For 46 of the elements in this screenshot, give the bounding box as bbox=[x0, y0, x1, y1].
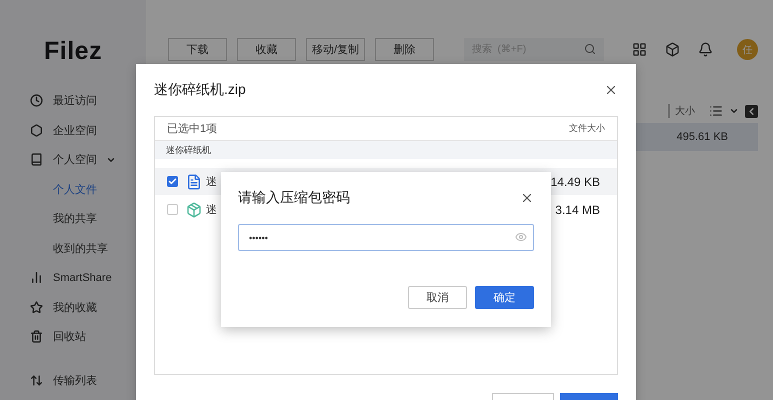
sidebar-item[interactable]: 传输列表 bbox=[30, 366, 146, 395]
app-logo: Filez bbox=[44, 37, 104, 66]
file-size: 14.49 KB bbox=[550, 174, 600, 188]
document-icon bbox=[186, 174, 202, 190]
sidebar-item-icon bbox=[30, 271, 44, 284]
sidebar-item[interactable]: 企业空间 bbox=[30, 116, 146, 145]
sidebar-item[interactable]: 个人空间 bbox=[30, 145, 146, 174]
toolbar-button[interactable]: 删除 bbox=[375, 38, 434, 61]
close-icon[interactable] bbox=[604, 83, 618, 97]
package-icon bbox=[186, 202, 202, 218]
sort-label[interactable]: 大小 bbox=[668, 104, 695, 118]
column-header: 文件大小 bbox=[569, 122, 605, 135]
sidebar-item[interactable]: 我的收藏 bbox=[30, 292, 146, 322]
collapse-button[interactable] bbox=[745, 104, 758, 118]
grid-icon[interactable] bbox=[632, 42, 647, 57]
dialog-button[interactable]: 取消 bbox=[408, 286, 467, 309]
file-size: 3.14 MB bbox=[555, 202, 600, 216]
cube-icon[interactable] bbox=[665, 42, 680, 57]
toolbar-button[interactable]: 移动/复制 bbox=[306, 38, 365, 61]
search-icon bbox=[584, 43, 596, 55]
sidebar-item-icon bbox=[30, 124, 44, 137]
caret-icon[interactable] bbox=[729, 106, 739, 116]
breadcrumb[interactable]: 迷你碎纸机 bbox=[155, 141, 617, 159]
sidebar-item-icon bbox=[30, 300, 44, 314]
bell-icon[interactable] bbox=[698, 42, 713, 57]
sidebar-item-icon bbox=[30, 153, 44, 166]
toolbar-button[interactable]: 下载 bbox=[168, 38, 227, 61]
dialog-title: 迷你碎纸机.zip bbox=[154, 81, 246, 99]
list-view-icon[interactable] bbox=[709, 104, 723, 118]
file-size: 495.61 KB bbox=[676, 131, 728, 143]
file-name: 迷 bbox=[206, 175, 218, 189]
checkbox[interactable] bbox=[167, 204, 178, 215]
sidebar-item[interactable]: 最近访问 bbox=[30, 86, 146, 116]
dialog-button[interactable]: 确定 bbox=[475, 286, 534, 309]
close-icon[interactable] bbox=[520, 191, 534, 205]
transfer-icon bbox=[30, 374, 44, 387]
checkbox[interactable] bbox=[167, 176, 178, 187]
sidebar-item[interactable]: SmartShare bbox=[30, 263, 146, 292]
sidebar-item[interactable]: 回收站 bbox=[30, 322, 146, 352]
selection-count: 已选中1项 bbox=[167, 122, 218, 136]
file-name: 迷 bbox=[206, 203, 218, 217]
sidebar-item-icon bbox=[30, 94, 44, 108]
dialog-title: 请输入压缩包密码 bbox=[238, 189, 350, 207]
toolbar-button[interactable]: 收藏 bbox=[237, 38, 296, 61]
password-field[interactable]: •••••• bbox=[238, 224, 534, 251]
sidebar-item-icon bbox=[30, 330, 44, 344]
